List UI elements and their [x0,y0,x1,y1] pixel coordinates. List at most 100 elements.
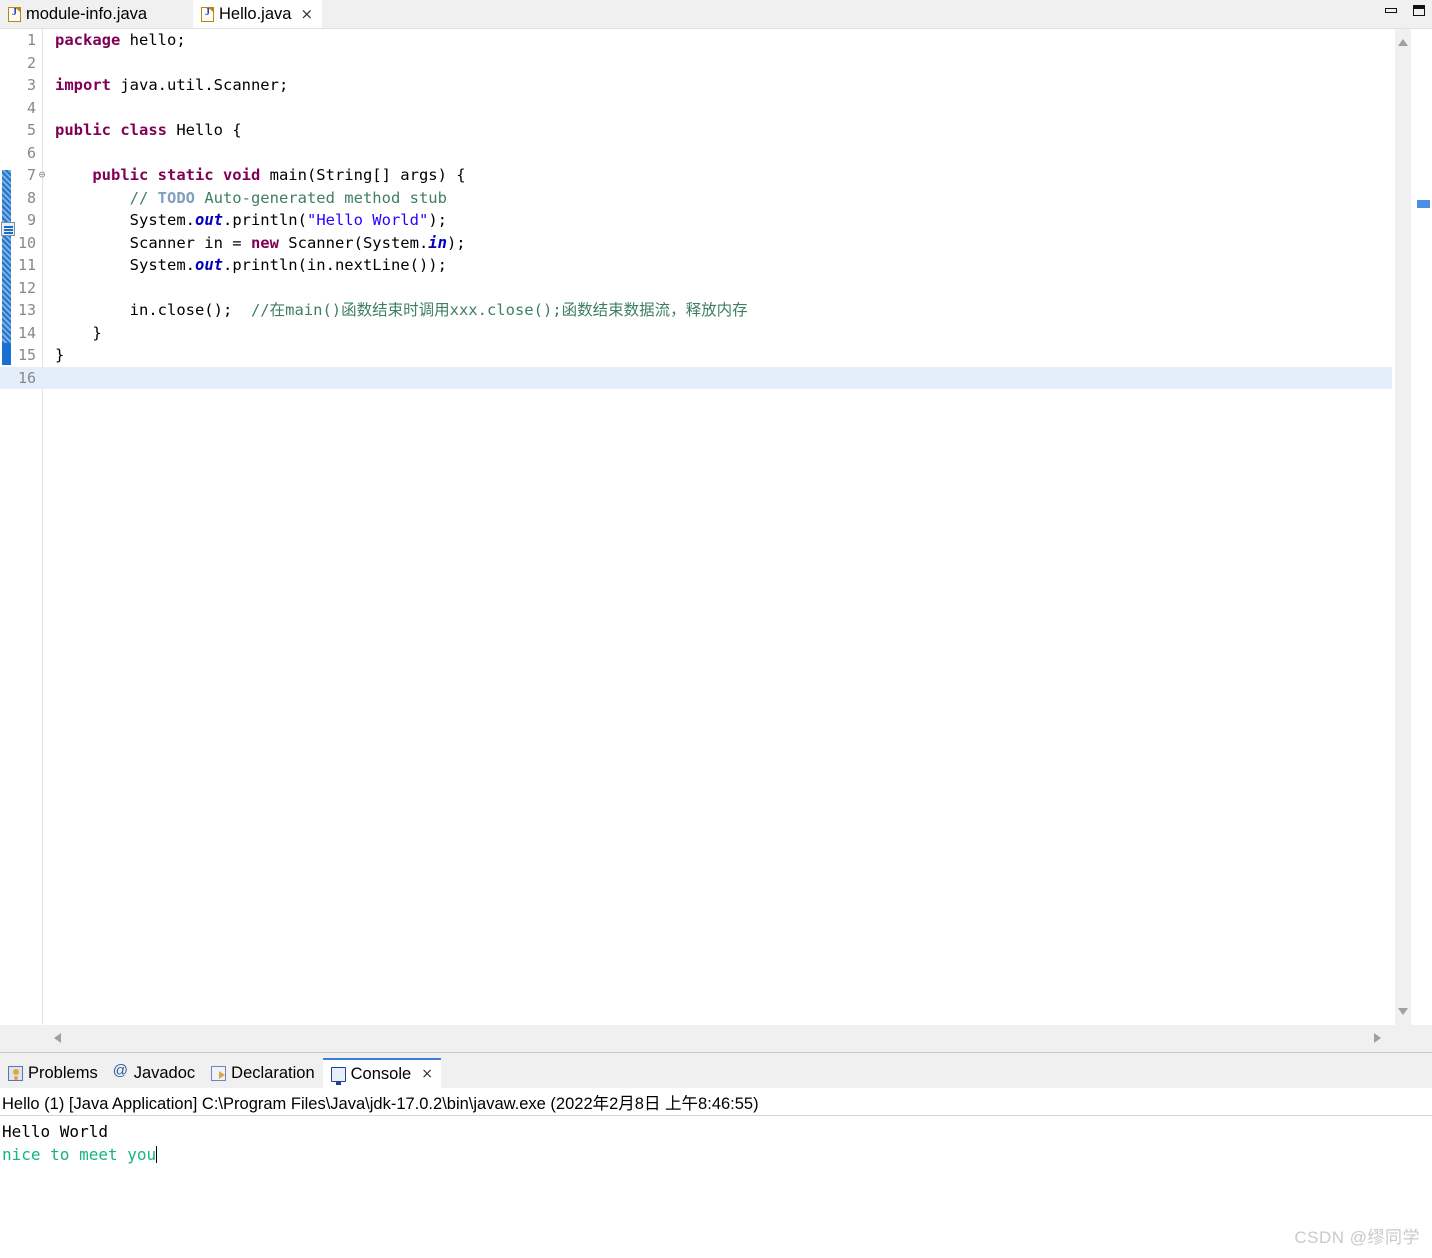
minimize-icon[interactable] [1382,2,1400,18]
code-token: in [428,233,447,252]
code-line[interactable]: 3 import java.util.Scanner; [0,74,1392,97]
code-token: new [250,233,279,252]
code-line[interactable]: 15} [0,344,1392,367]
code-line[interactable]: 9 System.out.println("Hello World"); [0,209,1392,232]
code-token: import [55,76,111,94]
code-token: // [129,188,158,207]
code-line[interactable]: 12 [0,277,1392,300]
editor-tab-module-info[interactable]: module-info.java [0,0,157,29]
code-line[interactable]: 6 [0,142,1392,165]
code-token: } [55,346,65,364]
console-output-line: Hello World [2,1122,108,1141]
code-line[interactable]: 2 [0,52,1392,75]
code-lines[interactable]: 1 package hello; 2 3 import java.util.Scanne… [0,29,1392,1025]
console-launch-line: Hello (1) [Java Application] C:\Program … [2,1095,759,1113]
line-number: 9 [26,211,36,229]
console-output[interactable]: Hello World nice to meet you [0,1116,1432,1166]
code-token: .println( [222,211,307,229]
code-line-text: System.out.println("Hello World"); [48,209,447,232]
view-tab-javadoc[interactable]: Javadoc [106,1058,203,1088]
scroll-left-icon[interactable] [54,1033,61,1043]
java-file-icon [201,7,214,22]
line-number: 13 [17,301,36,319]
view-tab-problems[interactable]: Problems [0,1058,106,1088]
scroll-right-icon[interactable] [1374,1033,1381,1043]
code-token: Scanner in = [55,233,251,252]
editor-vertical-scrollbar[interactable] [1395,29,1411,1025]
java-file-icon [8,7,21,22]
code-editor[interactable]: 1 package hello; 2 3 import java.util.Scanne… [0,29,1432,1025]
scroll-up-icon[interactable] [1398,39,1408,46]
code-token: java.util.Scanner; [111,76,289,94]
close-icon[interactable]: × [300,7,313,22]
overview-marker[interactable] [1417,200,1430,208]
editor-tab-bar: module-info.java Hello.java × [0,0,1432,29]
view-tab-bar: Problems Javadoc Declaration Console × [0,1058,441,1088]
code-line[interactable]: 1 package hello; [0,29,1392,52]
code-line[interactable]: 7 ⊖ public static void main(String[] args… [0,164,1392,187]
code-token: ); [446,233,466,252]
code-line-text: public class Hello { [48,119,242,142]
editor-tab-hello[interactable]: Hello.java × [193,0,323,29]
editor-horizontal-scrollbar[interactable] [44,1027,1391,1049]
code-line[interactable]: 16 [0,366,1392,389]
code-line[interactable]: 10 Scanner in = new Scanner(System.in); [0,232,1392,255]
code-line[interactable]: 13 in.close(); //在main()函数结束时调用xxx.close… [0,299,1392,322]
watermark: CSDN @缪同学 [1294,1228,1420,1247]
code-line[interactable]: 4 [0,97,1392,120]
eclipse-window: module-info.java Hello.java × 1 package h… [0,0,1432,1258]
view-tab-console[interactable]: Console × [322,1058,441,1088]
code-token: out [194,211,223,229]
code-token: package [55,31,121,49]
line-number: 8 [26,188,36,207]
line-number: 15 [17,346,36,364]
scroll-down-icon[interactable] [1398,1008,1408,1015]
line-number: 4 [26,98,36,117]
code-token: public class [55,121,167,139]
code-token: ); [428,211,447,229]
fold-collapse-icon[interactable]: ⊖ [36,164,48,187]
code-line[interactable]: 14 } [0,322,1392,345]
close-icon[interactable]: × [421,1066,433,1082]
line-number: 16 [17,368,36,387]
console-view[interactable]: Hello (1) [Java Application] C:\Program … [0,1088,1432,1258]
code-line-text: } [48,344,64,367]
code-line-text: in.close(); //在main()函数结束时调用xxx.close();… [48,299,748,322]
code-token: out [194,256,223,274]
line-number: 2 [26,53,36,72]
code-line-text: } [48,322,102,345]
code-token: main(String[] args) { [260,166,466,184]
code-token: Hello { [166,121,242,139]
code-line-text: Scanner in = new Scanner(System.in); [48,232,466,255]
code-line-text: public static void main(String[] args) { [48,164,466,187]
view-tab-declaration[interactable]: Declaration [203,1058,322,1088]
line-number: 7 [26,166,36,184]
code-line[interactable]: 8 // TODO Auto-generated method stub [0,187,1392,210]
code-token: TODO [157,188,195,207]
line-number: 3 [26,76,36,94]
editor-bottom-divider [0,1052,1432,1053]
javadoc-icon [113,1062,129,1081]
line-number: 6 [26,143,36,162]
line-number: 14 [17,323,36,342]
code-line-text: package hello; [48,29,186,52]
code-line-text: System.out.println(in.nextLine()); [48,254,447,277]
console-icon [330,1066,346,1085]
line-number: 12 [17,278,36,297]
code-token: //在main()函数结束时调用xxx.close();函数结束数据流，释放内存 [250,301,748,319]
code-token: .println(in.nextLine()); [222,256,447,274]
code-token: } [55,323,102,342]
declaration-icon [211,1065,227,1081]
view-tab-label: Declaration [231,1063,315,1082]
maximize-icon[interactable] [1410,2,1428,18]
overview-ruler[interactable] [1411,29,1432,1025]
bottom-view-stack: Problems Javadoc Declaration Console × H… [0,1058,1432,1258]
code-token: Auto-generated method stub [194,188,447,207]
view-tab-label: Javadoc [133,1063,196,1082]
window-controls [1382,2,1428,18]
problems-icon [8,1065,23,1081]
code-line[interactable]: 11 System.out.println(in.nextLine()); [0,254,1392,277]
code-line[interactable]: 5 public class Hello { [0,119,1392,142]
line-number: 1 [26,31,36,49]
